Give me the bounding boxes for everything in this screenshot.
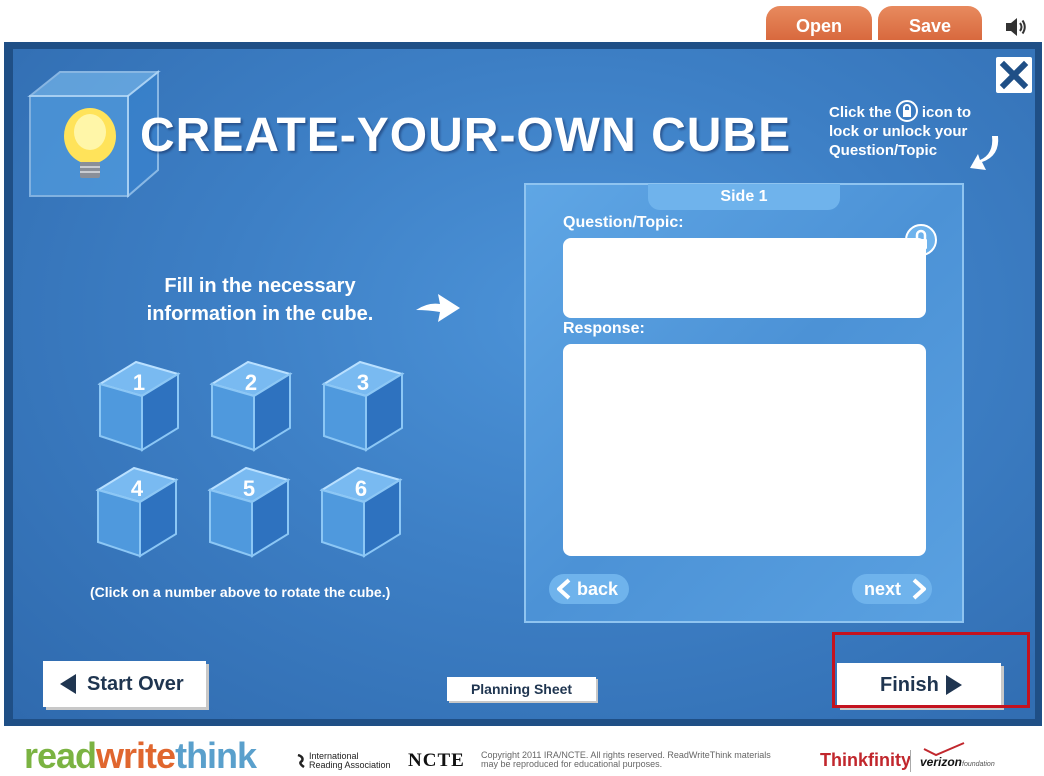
curved-arrow-icon: [968, 132, 1006, 174]
speaker-icon[interactable]: [1004, 16, 1028, 38]
ira-mark-icon: [297, 754, 305, 768]
readwritethink-logo[interactable]: readwritethink: [24, 735, 257, 776]
verizon-sub: foundation: [962, 761, 995, 768]
cube-number-label: 1: [132, 370, 146, 395]
lock-icon: [895, 100, 918, 122]
lock-hint-before: Click the: [829, 104, 892, 121]
cube-number-label: 2: [244, 370, 258, 395]
finish-button[interactable]: Finish: [837, 663, 1001, 707]
verizon-foundation-logo[interactable]: verizonfoundation: [920, 755, 995, 769]
cube-side-3-button[interactable]: 3: [320, 356, 406, 454]
question-label: Question/Topic:: [563, 214, 684, 231]
cube-side-2-button[interactable]: 2: [208, 356, 294, 454]
page-title: CREATE-YOUR-OWN CUBE: [140, 109, 792, 162]
copyright-text: Copyright 2011 IRA/NCTE. All rights rese…: [481, 750, 771, 769]
open-button[interactable]: Open: [766, 6, 872, 40]
back-label: back: [577, 579, 619, 599]
start-over-label: Start Over: [87, 673, 184, 695]
cube-side-4-button[interactable]: 4: [94, 462, 180, 560]
response-input[interactable]: [563, 344, 926, 556]
side-label: Side 1: [648, 184, 840, 210]
triangle-right-icon: [946, 675, 962, 695]
cube-side-6-button[interactable]: 6: [318, 462, 404, 560]
triangle-left-icon: [60, 674, 76, 694]
planning-sheet-button[interactable]: Planning Sheet: [447, 677, 596, 701]
next-button[interactable]: next: [852, 574, 932, 604]
cube-number-label: 4: [130, 476, 144, 501]
footer-divider: [910, 750, 911, 772]
ira-line2: Reading Association: [309, 760, 391, 770]
ncte-logo[interactable]: NCTE: [408, 750, 465, 772]
finish-label: Finish: [880, 674, 939, 696]
right-arrow-icon: [414, 290, 462, 326]
cube-number-label: 5: [242, 476, 256, 501]
verizon-word: verizon: [920, 755, 963, 769]
chevron-right-icon: [912, 578, 926, 600]
thinkfinity-logo[interactable]: Thinkfinity: [820, 750, 911, 771]
logo-think: think: [175, 735, 257, 776]
logo-read: read: [24, 735, 97, 776]
chevron-left-icon: [557, 578, 571, 600]
question-topic-input[interactable]: [563, 238, 926, 318]
start-over-button[interactable]: Start Over: [43, 661, 206, 707]
next-label: next: [864, 579, 902, 599]
save-button[interactable]: Save: [878, 6, 982, 40]
close-button[interactable]: [996, 57, 1032, 93]
back-button[interactable]: back: [549, 574, 629, 604]
response-label: Response:: [563, 320, 645, 337]
cube-number-label: 6: [354, 476, 368, 501]
logo-write: write: [96, 735, 176, 776]
cube-number-label: 3: [356, 370, 370, 395]
close-icon: [999, 60, 1029, 90]
cube-side-5-button[interactable]: 5: [206, 462, 292, 560]
rotate-hint: (Click on a number above to rotate the c…: [90, 584, 391, 600]
ira-logo[interactable]: International Reading Association: [296, 752, 391, 770]
cube-side-1-button[interactable]: 1: [96, 356, 182, 454]
instructions-text: Fill in the necessary information in the…: [146, 275, 374, 325]
